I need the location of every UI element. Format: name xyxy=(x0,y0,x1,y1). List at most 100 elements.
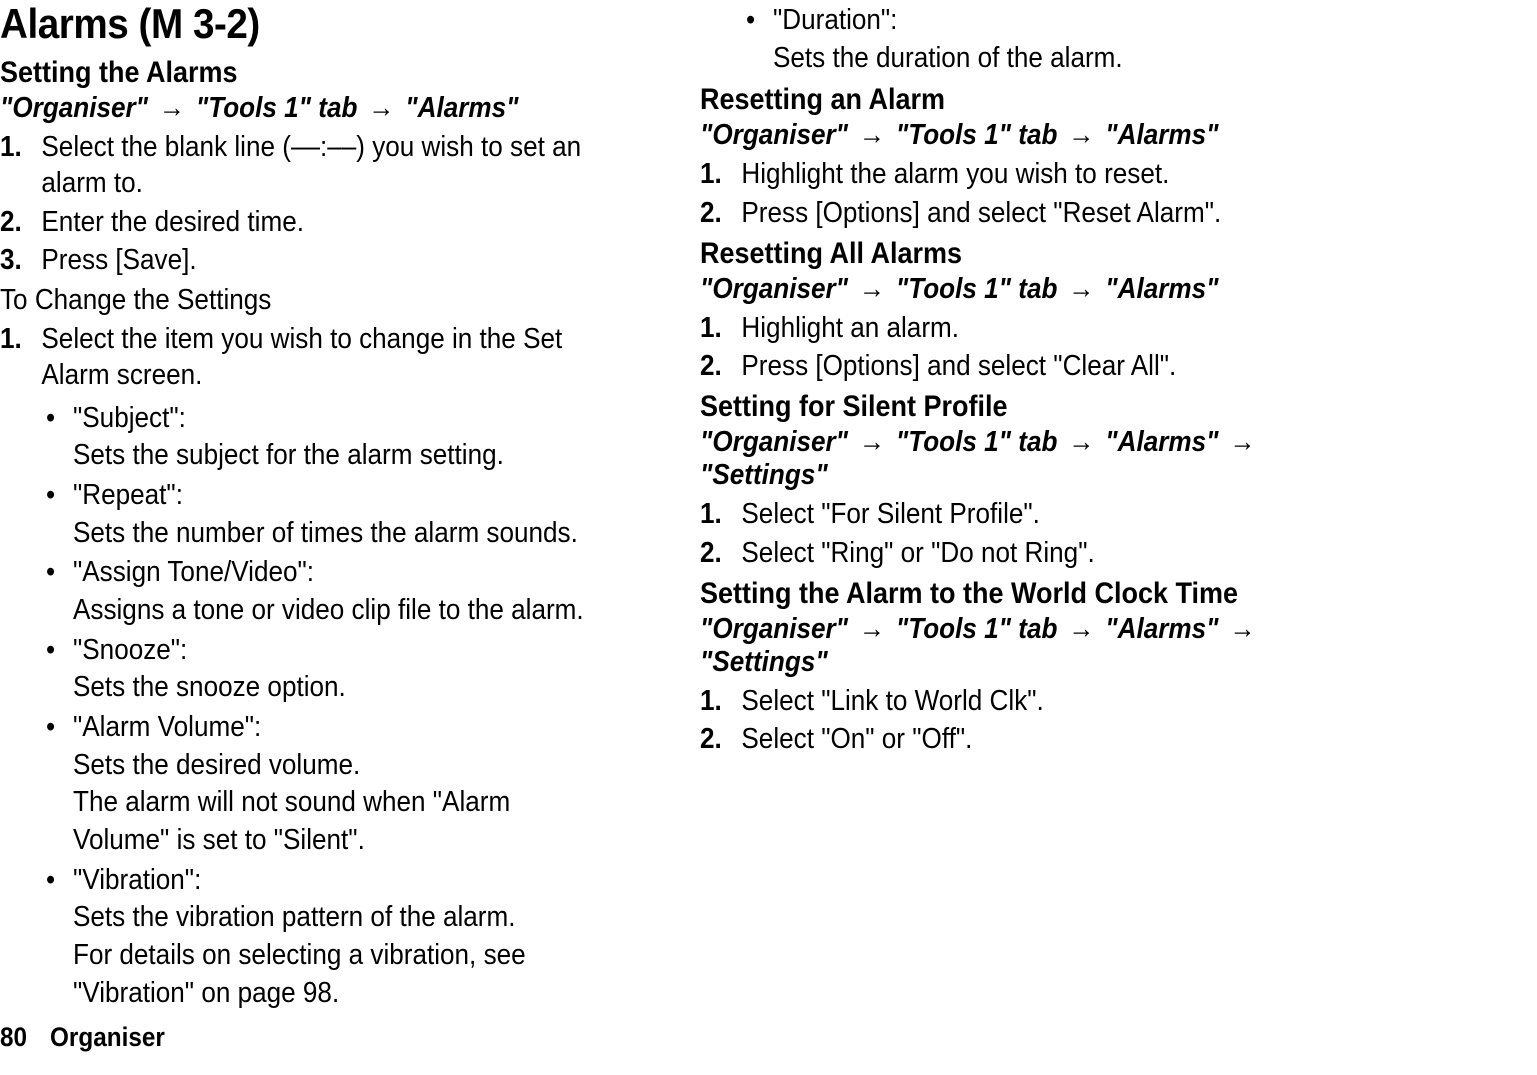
nav-path-segment: "Organiser" xyxy=(700,273,848,305)
step-number: 2. xyxy=(700,535,722,571)
step-item: 2. Press [Options] and select "Clear All"… xyxy=(700,348,1294,384)
bullet-desc: For details on selecting a vibration, se… xyxy=(73,937,599,1012)
step-text: Press [Options] and select "Clear All". xyxy=(741,350,1176,382)
step-number: 1. xyxy=(0,321,22,357)
nav-path-segment: "Alarms" xyxy=(1105,426,1218,458)
bullet-desc: Sets the duration of the alarm. xyxy=(773,40,1299,78)
bullet-desc: Sets the desired volume. xyxy=(73,747,599,785)
bullet-item: "Subject":Sets the subject for the alarm… xyxy=(46,400,599,475)
footer-section: Organiser xyxy=(50,1022,165,1052)
steps-reset-all: 1. Highlight an alarm. 2. Press [Options] a… xyxy=(700,310,1360,385)
step-text: Highlight the alarm you wish to reset. xyxy=(741,158,1169,190)
step-number: 1. xyxy=(700,310,722,346)
arrow-right-icon: → xyxy=(848,273,896,305)
step-text: Select the item you wish to change in th… xyxy=(41,323,562,391)
step-text: Highlight an alarm. xyxy=(741,312,959,344)
arrow-right-icon: → xyxy=(148,92,196,124)
right-column: "Duration": Sets the duration of the alar… xyxy=(700,0,1360,1015)
nav-path-segment: "Tools 1" tab xyxy=(896,426,1058,458)
manual-page: Alarms (M 3-2) Setting the Alarms "Organ… xyxy=(0,0,1537,1075)
heading-world: Setting the Alarm to the World Clock Tim… xyxy=(700,577,1294,611)
nav-path-segment: "Settings" xyxy=(700,459,828,491)
step-item: 1. Select the item you wish to change in … xyxy=(0,321,594,394)
bullets-duration: "Duration": Sets the duration of the alar… xyxy=(700,2,1360,77)
bullet-term: "Subject": xyxy=(73,402,186,434)
nav-path-segment: "Alarms" xyxy=(405,92,518,124)
step-text: Select "Link to World Clk". xyxy=(741,685,1043,717)
step-item: 2. Select "On" or "Off". xyxy=(700,721,1294,757)
arrow-right-icon: → xyxy=(1057,119,1105,151)
bullet-term: "Vibration": xyxy=(73,864,201,896)
bullet-item: "Alarm Volume": Sets the desired volume.T… xyxy=(46,709,599,860)
bullet-term: "Duration": xyxy=(773,4,897,36)
step-number: 1. xyxy=(700,496,722,532)
step-number: 1. xyxy=(700,683,722,719)
step-item: 1. Select "Link to World Clk". xyxy=(700,683,1294,719)
nav-path-setting: "Organiser" → "Tools 1" tab → "Alarms" xyxy=(0,92,594,125)
steps-silent: 1. Select "For Silent Profile". 2.Select "… xyxy=(700,496,1360,571)
step-number: 2. xyxy=(0,204,22,240)
bullet-item: "Assign Tone/Video":Assigns a tone or vi… xyxy=(46,554,599,629)
heading-setting-alarms: Setting the Alarms xyxy=(0,56,594,90)
steps-change: 1. Select the item you wish to change in … xyxy=(0,321,660,394)
bullet-term: "Assign Tone/Video": xyxy=(73,556,314,588)
two-column-layout: Alarms (M 3-2) Setting the Alarms "Organ… xyxy=(0,0,1507,1015)
arrow-right-icon: → xyxy=(1218,426,1259,458)
nav-path-segment: "Organiser" xyxy=(700,119,848,151)
steps-world: 1. Select "Link to World Clk". 2. Select "O… xyxy=(700,683,1360,758)
step-text: Select "For Silent Profile". xyxy=(741,498,1040,530)
arrow-right-icon: → xyxy=(1057,426,1105,458)
nav-path-segment: "Settings" xyxy=(700,646,828,678)
bullet-term: "Alarm Volume": xyxy=(73,711,261,743)
arrow-right-icon: → xyxy=(848,613,896,645)
nav-path-reset-one: "Organiser" → "Tools 1" tab → "Alarms" xyxy=(700,119,1294,152)
nav-path-segment: "Alarms" xyxy=(1105,119,1218,151)
nav-path-segment: "Organiser" xyxy=(700,613,848,645)
bullet-desc: Sets the subject for the alarm setting. xyxy=(73,437,599,475)
step-item: 1.Select the blank line (––:––) you wish… xyxy=(0,129,594,202)
nav-path-segment: "Alarms" xyxy=(1105,273,1218,305)
bullet-term: "Repeat": xyxy=(73,479,183,511)
steps-reset-one: 1. Highlight the alarm you wish to reset.… xyxy=(700,156,1360,231)
step-item: 3.Press [Save]. xyxy=(0,242,594,278)
bullet-item: "Vibration":Sets the vibration pattern o… xyxy=(46,862,599,1013)
step-text: Select the blank line (––:––) you wish t… xyxy=(41,131,581,199)
bullet-desc: Sets the snooze option. xyxy=(73,669,599,707)
bullet-desc: Sets the number of times the alarm sound… xyxy=(73,515,599,553)
step-number: 2. xyxy=(700,721,722,757)
nav-path-segment: "Organiser" xyxy=(0,92,148,124)
arrow-right-icon: → xyxy=(1057,613,1105,645)
bullet-desc: Sets the vibration pattern of the alarm. xyxy=(73,899,599,937)
bullet-item: "Snooze":Sets the snooze option. xyxy=(46,632,599,707)
step-text: Select "On" or "Off". xyxy=(741,723,972,755)
nav-path-segment: "Tools 1" tab xyxy=(196,92,358,124)
step-item: 1. Highlight the alarm you wish to reset. xyxy=(700,156,1294,192)
step-item: 1. Highlight an alarm. xyxy=(700,310,1294,346)
nav-path-segment: "Tools 1" tab xyxy=(896,273,1058,305)
arrow-right-icon: → xyxy=(848,119,896,151)
nav-path-reset-all: "Organiser" → "Tools 1" tab → "Alarms" xyxy=(700,273,1294,306)
bullets-change-items: "Subject":Sets the subject for the alarm… xyxy=(0,400,660,1013)
step-number: 2. xyxy=(700,348,722,384)
step-item: 2.Press [Options] and select "Reset Alar… xyxy=(700,195,1294,231)
arrow-right-icon: → xyxy=(357,92,405,124)
step-number: 2. xyxy=(700,195,722,231)
steps-setting: 1.Select the blank line (––:––) you wish… xyxy=(0,129,660,278)
page-footer: 80 Organiser xyxy=(0,1022,165,1053)
heading-silent: Setting for Silent Profile xyxy=(700,390,1294,424)
nav-path-segment: "Tools 1" tab xyxy=(896,613,1058,645)
step-number: 1. xyxy=(700,156,722,192)
step-text: Enter the desired time. xyxy=(41,206,304,238)
nav-path-segment: "Organiser" xyxy=(700,426,848,458)
bullet-item: "Repeat": Sets the number of times the al… xyxy=(46,477,599,552)
nav-path-world: "Organiser" → "Tools 1" tab → "Alarms" →… xyxy=(700,613,1294,679)
title-text: Alarms xyxy=(0,0,128,47)
footer-page-number: 80 xyxy=(0,1022,27,1052)
step-item: 2.Select "Ring" or "Do not Ring". xyxy=(700,535,1294,571)
bullet-item: "Duration": Sets the duration of the alar… xyxy=(746,2,1299,77)
nav-path-segment: "Tools 1" tab xyxy=(896,119,1058,151)
heading-reset-all: Resetting All Alarms xyxy=(700,237,1294,271)
bullet-desc: The alarm will not sound when "Alarm Vol… xyxy=(73,784,599,859)
step-text: Press [Save]. xyxy=(41,244,196,276)
nav-path-segment: "Alarms" xyxy=(1105,613,1218,645)
